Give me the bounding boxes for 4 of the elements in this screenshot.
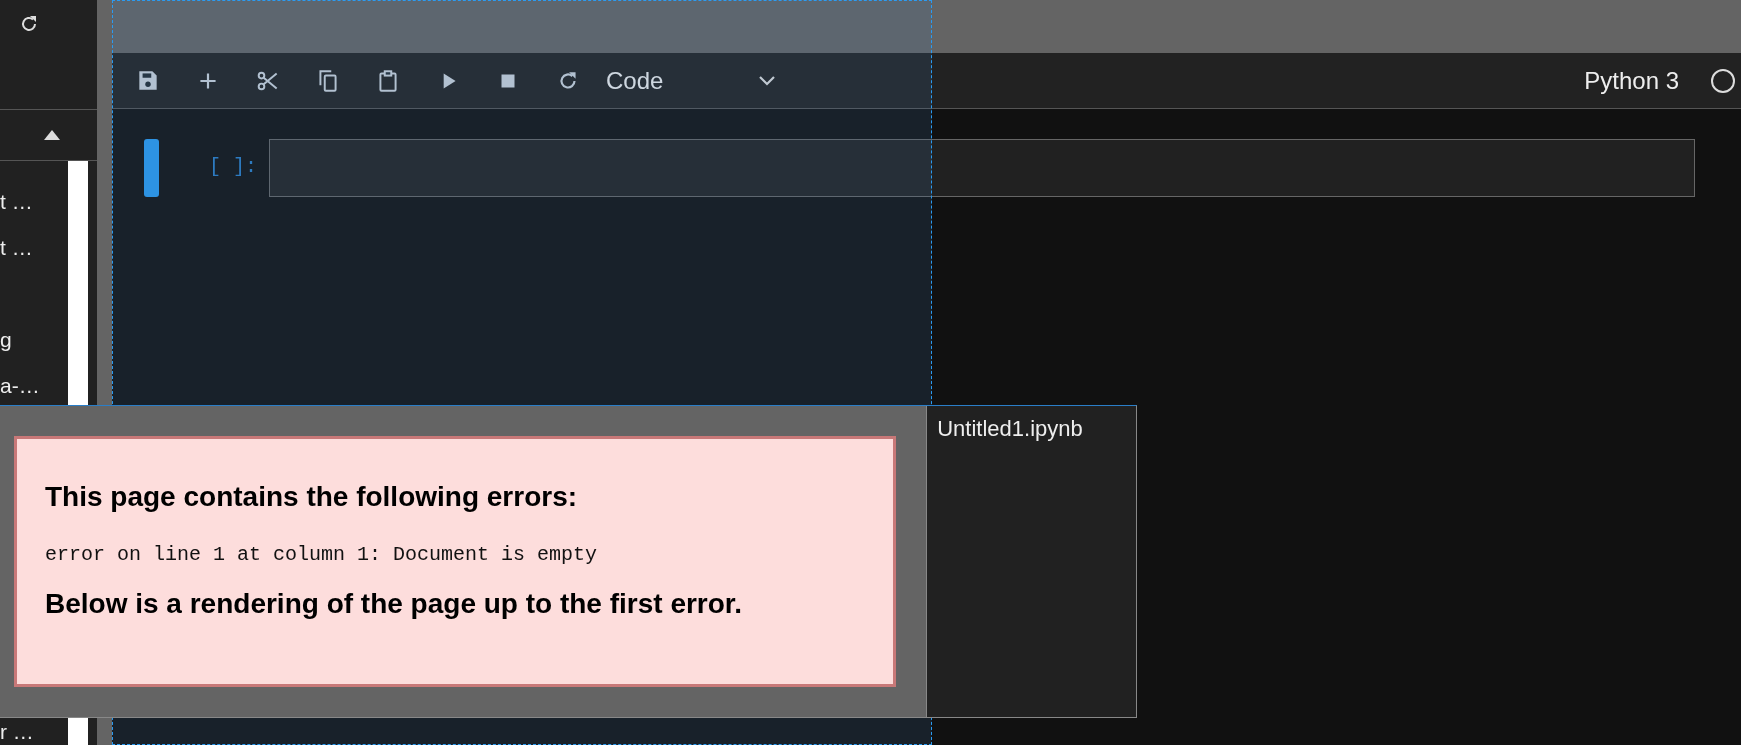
- cell-prompt: [ ]:: [208, 154, 257, 178]
- error-footer: Below is a rendering of the page up to the first error.: [45, 588, 866, 620]
- error-message: error on line 1 at column 1: Document is empty: [45, 543, 599, 566]
- error-heading: This page contains the following errors:: [45, 481, 579, 513]
